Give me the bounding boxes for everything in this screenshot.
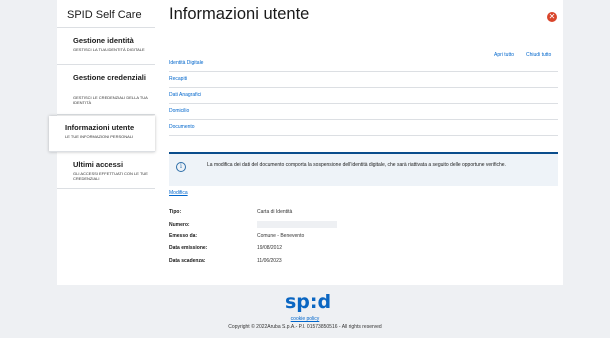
main-content: Informazioni utente ✕ Apri tutto Chiudi … [169, 0, 559, 285]
modify-link[interactable]: Modifica [169, 190, 188, 196]
cookie-policy-link[interactable]: cookie policy [0, 316, 610, 322]
accordion-documento[interactable]: Documento [169, 120, 558, 136]
sidebar-item-label: Informazioni utente [65, 123, 135, 132]
footer: sp:d cookie policy Copyright © 2022Aruba… [0, 285, 610, 338]
content-card: SPID Self Care Gestione identità GESTISC… [49, 0, 563, 285]
info-icon: i [176, 162, 186, 172]
sidebar-item-gestione-identita[interactable]: Gestione identità GESTISCI LA TUA IDENTI… [57, 28, 155, 65]
sidebar-item-informazioni-utente[interactable]: Informazioni utente LE TUE INFORMAZIONI … [49, 116, 155, 152]
brand-title: SPID Self Care [67, 9, 142, 21]
sidebar-item-gestione-credenziali[interactable]: Gestione credenziali GESTISCI LE CREDENZ… [57, 65, 155, 115]
sidebar-item-subtitle: GESTISCI LE CREDENZIALI DELLA TUA IDENTI… [73, 95, 148, 105]
info-alert: i La modifica dei dati del documento com… [169, 152, 558, 186]
field-label-tipo: Tipo: [169, 209, 182, 215]
field-value-tipo: Carta di Identità [257, 209, 293, 215]
close-icon[interactable]: ✕ [547, 12, 557, 22]
accordion-recapiti[interactable]: Recapiti [169, 72, 558, 88]
field-value-emesso-da: Comune - Benevento [257, 233, 305, 239]
spid-logo: sp:d [285, 291, 332, 313]
page-title: Informazioni utente [169, 5, 310, 23]
accordion-dati-anagrafici[interactable]: Dati Anagrafici [169, 88, 558, 104]
field-label-numero: Numero: [169, 222, 190, 228]
field-label-emesso-da: Emesso da: [169, 233, 198, 239]
sidebar: SPID Self Care Gestione identità GESTISC… [49, 0, 155, 285]
sidebar-item-label: Gestione credenziali [73, 73, 146, 82]
sidebar-item-ultimi-accessi[interactable]: Ultimi accessi GLI ACCESSI EFFETTUATI CO… [57, 153, 155, 189]
field-value-numero [257, 221, 337, 228]
field-value-data-emissione: 19/08/2012 [257, 245, 283, 251]
sidebar-item-subtitle: GESTISCI LA TUA IDENTITÀ DIGITALE [73, 47, 145, 52]
sidebar-item-label: Gestione identità [73, 36, 134, 45]
copyright-text: Copyright © 2022Aruba S.p.A.- P.I. 01573… [228, 324, 382, 330]
sidebar-item-subtitle: LE TUE INFORMAZIONI PERSONALI [65, 134, 134, 139]
sidebar-item-subtitle: GLI ACCESSI EFFETTUATI CON LE TUE CREDEN… [73, 171, 148, 181]
accordion-domicilio[interactable]: Domicilio [169, 104, 558, 120]
field-label-data-scadenza: Data scadenza: [169, 258, 206, 264]
sidebar-item-label: Ultimi accessi [73, 160, 124, 169]
accordion-identita-digitale[interactable]: Identità Digitale [169, 56, 558, 72]
field-value-data-scadenza: 11/06/2023 [257, 258, 282, 264]
field-label-data-emissione: Data emissione: [169, 245, 208, 251]
alert-text: La modifica dei dati del documento compo… [207, 162, 506, 168]
